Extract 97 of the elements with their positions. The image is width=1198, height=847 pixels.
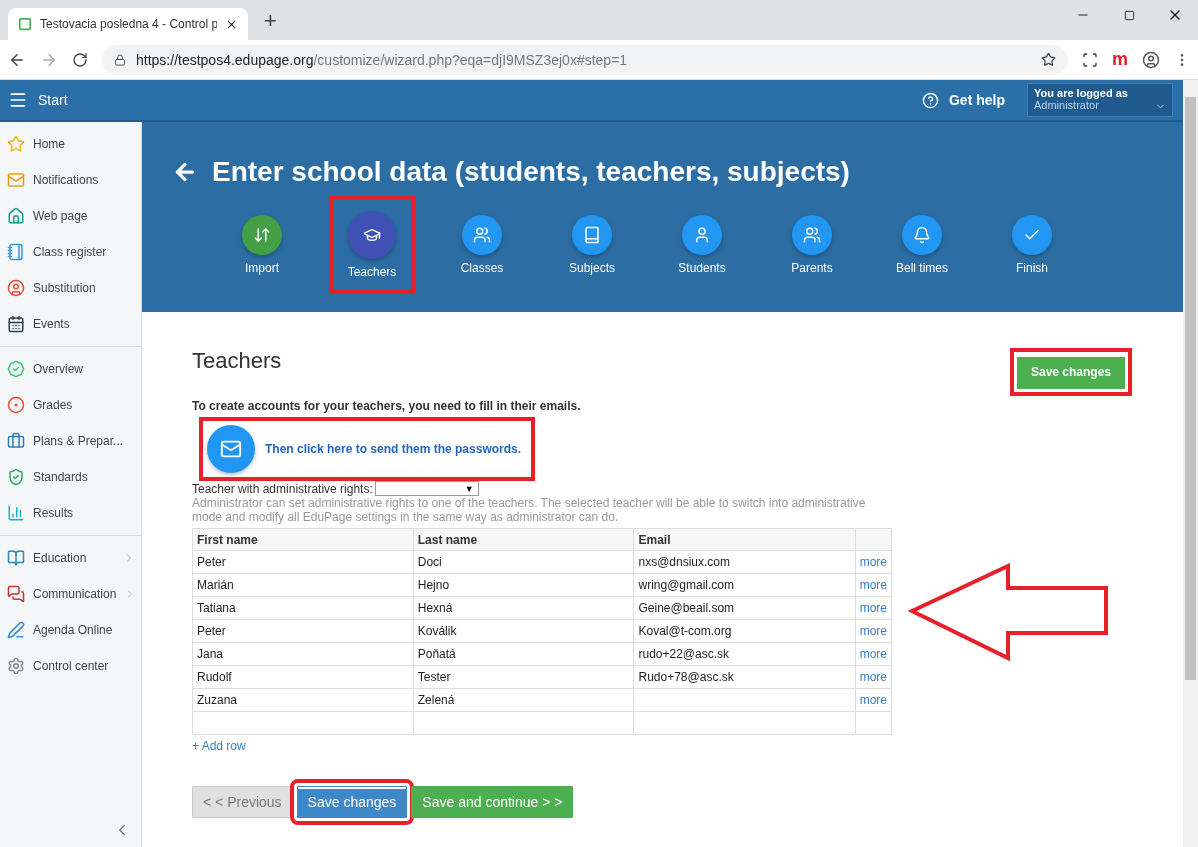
shield-check-icon xyxy=(7,468,25,486)
sidebar-item[interactable]: Grades xyxy=(0,387,141,423)
mail-icon xyxy=(207,425,255,473)
admin-label: Teacher with administrative rights: xyxy=(192,481,373,496)
sidebar-item[interactable]: Control center xyxy=(0,648,141,684)
table-cell: Doci xyxy=(413,550,634,574)
house-icon xyxy=(7,207,25,225)
wizard-step[interactable]: Parents xyxy=(769,196,855,294)
more-link[interactable]: more xyxy=(859,601,887,615)
more-link[interactable]: more xyxy=(859,693,887,707)
intro-text: To create accounts for your teachers, you need to fill in their emails. xyxy=(192,399,582,413)
continue-button[interactable]: Save and continue > > xyxy=(411,786,574,818)
table-cell: Hejno xyxy=(413,573,634,597)
sidebar-item[interactable]: Agenda Online xyxy=(0,612,141,648)
table-cell: Peter xyxy=(192,550,414,574)
table-cell: Rudolf xyxy=(192,665,414,689)
table-cell: Koválik xyxy=(413,619,634,643)
check-badge-icon xyxy=(7,360,25,378)
table-cell: Peter xyxy=(192,619,414,643)
gear-icon xyxy=(7,657,25,675)
table-cell: Poňatá xyxy=(413,642,634,666)
send-passwords-link[interactable]: Then click here to send them the passwords. xyxy=(207,425,527,473)
table-cell: Tester xyxy=(413,665,634,689)
calendar-icon xyxy=(7,315,25,333)
tab-title: Testovacia posledna 4 - Control p xyxy=(40,17,217,31)
chat-icon xyxy=(7,585,25,603)
wizard-step[interactable]: Subjects xyxy=(549,196,635,294)
avatar-icon[interactable] xyxy=(1142,50,1160,69)
sidebar-item[interactable]: Results xyxy=(0,495,141,531)
start-label[interactable]: Start xyxy=(38,92,68,108)
table-cell: Rudo+78@asc.sk xyxy=(634,665,856,689)
dot-circle-icon xyxy=(7,396,25,414)
reload-icon[interactable] xyxy=(72,51,88,68)
wizard-step[interactable]: Classes xyxy=(439,196,525,294)
admin-select[interactable]: ▼ xyxy=(374,481,479,496)
extension-button[interactable]: m xyxy=(1112,49,1128,70)
scrollbar[interactable] xyxy=(1183,80,1198,847)
star-icon xyxy=(7,135,25,153)
sidebar-item[interactable]: Home xyxy=(0,126,141,162)
url-text: https://testpos4.edupage.org/customize/wizard.php?eqa=djI9MSZ3ej0x#step=1 xyxy=(136,51,629,68)
pen-icon xyxy=(7,621,25,639)
column-header: Email xyxy=(634,528,856,551)
sidebar-item[interactable]: Communication xyxy=(0,576,141,612)
table-cell: Zelená xyxy=(413,688,634,712)
previous-button[interactable]: < < Previous xyxy=(192,786,293,818)
table-cell: rudo+22@asc.sk xyxy=(634,642,856,666)
browser-tab[interactable]: Testovacia posledna 4 - Control p xyxy=(8,8,248,40)
sidebar-item[interactable]: Plans & Prepar... xyxy=(0,423,141,459)
page-title: Enter school data (students, teachers, subjects) xyxy=(212,156,850,188)
user-dropdown[interactable]: You are logged as Administrator xyxy=(1027,83,1173,117)
more-link[interactable]: more xyxy=(859,578,887,592)
address-bar[interactable]: https://testpos4.edupage.org/customize/wizard.php?eqa=djI9MSZ3ej0x#step=1 xyxy=(102,44,1068,75)
wizard-step[interactable]: Import xyxy=(219,196,305,294)
table-cell: Koval@t-com.org xyxy=(634,619,856,643)
wizard-step[interactable]: Teachers xyxy=(329,196,415,294)
sidebar-item[interactable]: Class register xyxy=(0,234,141,270)
help-link[interactable]: Get help xyxy=(949,92,1005,108)
mail-icon xyxy=(7,171,25,189)
wizard-step[interactable]: Bell times xyxy=(879,196,965,294)
sidebar-item[interactable]: Events xyxy=(0,306,141,342)
star-icon[interactable] xyxy=(1041,52,1056,67)
table-cell: Geine@beail.som xyxy=(634,596,856,620)
table-cell: Jana xyxy=(192,642,414,666)
table-cell: Zuzana xyxy=(192,688,414,712)
add-row-link[interactable]: + Add row xyxy=(192,739,246,753)
person-icon xyxy=(7,279,25,297)
book-icon xyxy=(7,549,25,567)
help-icon[interactable] xyxy=(922,91,939,109)
column-header: First name xyxy=(192,528,414,551)
sidebar-item[interactable]: Web page xyxy=(0,198,141,234)
more-link[interactable]: more xyxy=(859,647,887,661)
sidebar-item[interactable]: Standards xyxy=(0,459,141,495)
sidebar-item[interactable]: Overview xyxy=(0,351,141,387)
section-title: Teachers xyxy=(192,348,282,374)
table-cell: wring@gmail.com xyxy=(634,573,856,597)
briefcase-icon xyxy=(7,432,25,450)
site-logo-icon xyxy=(18,17,32,31)
table-cell: Marián xyxy=(192,573,414,597)
sidebar-item[interactable]: Education xyxy=(0,540,141,576)
lock-icon xyxy=(114,53,126,66)
table-cell: Hexná xyxy=(413,596,634,620)
column-header: Last name xyxy=(413,528,634,551)
more-link[interactable]: more xyxy=(859,555,887,569)
wizard-step[interactable]: Students xyxy=(659,196,745,294)
wizard-step[interactable]: Finish xyxy=(989,196,1075,294)
admin-help-text: Administrator can set administrative rights to one of the teachers. The selected teacher will be able to switch into administrative mode and modify all EduPage settings in the same way as administrator can do. xyxy=(192,496,867,524)
table-cell: Tatiana xyxy=(192,596,414,620)
notebook-icon xyxy=(7,243,25,261)
screen-icon[interactable] xyxy=(1082,51,1098,68)
new-tab-button[interactable]: + xyxy=(264,8,277,34)
menu-icon[interactable] xyxy=(8,90,28,110)
more-link[interactable]: more xyxy=(859,670,887,684)
sidebar-item[interactable]: Substitution xyxy=(0,270,141,306)
bar-chart-icon xyxy=(7,504,25,522)
more-link[interactable]: more xyxy=(859,624,887,638)
sidebar-item[interactable]: Notifications xyxy=(0,162,141,198)
table-cell: nxs@dnsiux.com xyxy=(634,550,856,574)
